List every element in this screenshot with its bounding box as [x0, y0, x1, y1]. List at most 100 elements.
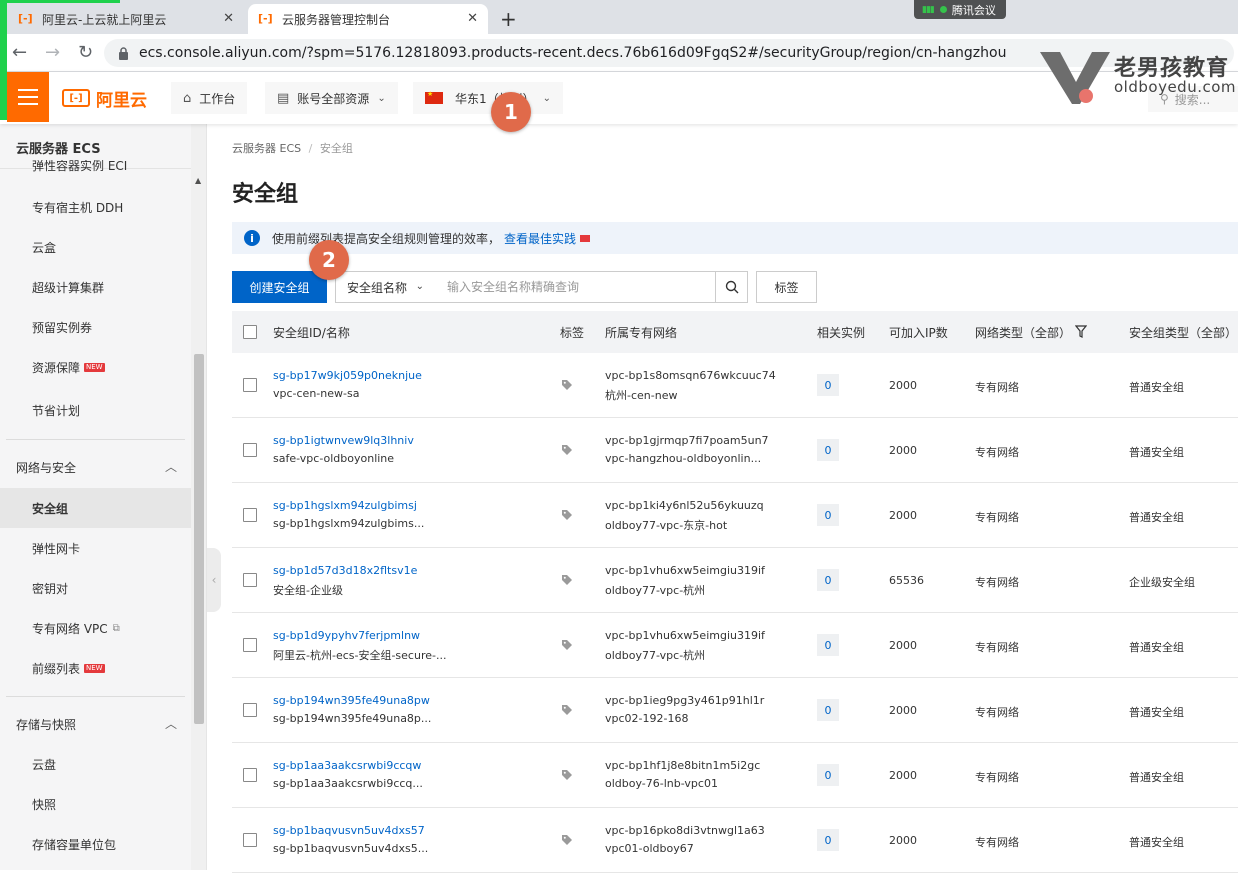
security-group-id-link[interactable]: sg-bp1d57d3d18x2fltsv1e — [273, 564, 417, 577]
browser-tab-aliyun-home[interactable]: [-] 阿里云-上云就上阿里云 ✕ — [8, 4, 244, 34]
close-icon[interactable]: ✕ — [223, 11, 234, 26]
row-checkbox[interactable] — [243, 833, 257, 847]
page-title: 安全组 — [232, 182, 299, 207]
sidebar-item-security-group[interactable]: 安全组 — [0, 488, 191, 528]
filter-field-select[interactable]: 安全组名称 ⌄ — [335, 271, 436, 303]
sidebar-item-savings-plan[interactable]: 节省计划 — [0, 390, 191, 430]
table-row[interactable]: sg-bp1d9ypyhv7ferjpmlnw 阿里云-杭州-ecs-安全组-se… — [232, 613, 1238, 678]
menu-hamburger-icon[interactable] — [7, 72, 49, 122]
divider — [6, 696, 185, 697]
instance-count-link[interactable]: 0 — [817, 504, 839, 526]
sidebar-item-ddh[interactable]: 专有宿主机 DDH — [0, 187, 191, 227]
tag-icon[interactable] — [561, 509, 573, 521]
vpc-name: vpc01-oldboy67 — [605, 842, 694, 855]
instance-count-link[interactable]: 0 — [817, 699, 839, 721]
instance-count-link[interactable]: 0 — [817, 374, 839, 396]
filter-funnel-icon[interactable] — [1075, 325, 1087, 339]
security-group-search-input[interactable] — [435, 271, 716, 303]
region-dropdown[interactable]: 华东1（杭州） ⌄ — [413, 82, 563, 114]
security-group-type: 企业级安全组 — [1129, 576, 1195, 589]
row-checkbox[interactable] — [243, 573, 257, 587]
sidebar-item-scc[interactable]: 超级计算集群 — [0, 267, 191, 307]
instance-count-link[interactable]: 0 — [817, 439, 839, 461]
vpc-name: oldboy77-vpc-东京-hot — [605, 519, 728, 532]
forward-arrow-icon[interactable]: → — [45, 42, 60, 63]
sidebar-item-cloudbox[interactable]: 云盒 — [0, 227, 191, 267]
col-sg-type[interactable]: 安全组类型（全部） — [1129, 324, 1237, 341]
browser-tab-ecs-console[interactable]: [-] 云服务器管理控制台 ✕ — [248, 4, 488, 34]
tag-icon[interactable] — [561, 769, 573, 781]
sidebar-group-storage[interactable]: 存储与快照 ︿ — [0, 704, 191, 744]
sidebar-item-eni[interactable]: 弹性网卡 — [0, 528, 191, 568]
sidebar-item-keypair[interactable]: 密钥对 — [0, 568, 191, 608]
security-group-id-link[interactable]: sg-bp1hgslxm94zulgbimsj — [273, 499, 417, 512]
breadcrumb: 云服务器 ECS / 安全组 — [232, 140, 353, 156]
row-checkbox[interactable] — [243, 638, 257, 652]
table-row[interactable]: sg-bp194wn395fe49una8pw sg-bp194wn395fe49… — [232, 678, 1238, 743]
sidebar-item-scu[interactable]: 存储容量单位包 — [0, 824, 191, 864]
search-button[interactable] — [715, 271, 748, 303]
meeting-indicator[interactable]: ▮▮▮ 腾讯会议 — [914, 0, 1006, 19]
sidebar-item-label: 前缀列表 — [32, 661, 81, 676]
new-tab-plus-icon[interactable]: + — [500, 7, 517, 31]
sidebar-item-vpc[interactable]: 专有网络 VPC ⧉ — [0, 608, 191, 648]
row-checkbox[interactable] — [243, 703, 257, 717]
tag-icon[interactable] — [561, 574, 573, 586]
tag-icon[interactable] — [561, 379, 573, 391]
back-arrow-icon[interactable]: ← — [12, 42, 27, 63]
reload-icon[interactable]: ↻ — [78, 42, 93, 63]
security-group-id-link[interactable]: sg-bp1baqvusvn5uv4dxs57 — [273, 824, 425, 837]
table-row[interactable]: sg-bp1aa3aakcsrwbi9ccqw sg-bp1aa3aakcsrwb… — [232, 743, 1238, 808]
tag-icon[interactable] — [561, 639, 573, 651]
row-checkbox[interactable] — [243, 443, 257, 457]
security-group-id-link[interactable]: sg-bp1aa3aakcsrwbi9ccqw — [273, 759, 421, 772]
sidebar-item-snapshot[interactable]: 快照 — [0, 784, 191, 824]
aliyun-favicon-icon: [-] — [18, 12, 33, 25]
sidebar-item-label: 快照 — [32, 797, 57, 812]
watermark-v-icon — [1040, 52, 1110, 104]
row-checkbox[interactable] — [243, 768, 257, 782]
table-row[interactable]: sg-bp1hgslxm94zulgbimsj sg-bp1hgslxm94zul… — [232, 483, 1238, 548]
table-row[interactable]: sg-bp1d57d3d18x2fltsv1e 安全组-企业级 vpc-bp1vhu… — [232, 548, 1238, 613]
account-resources-dropdown[interactable]: ▤ 账号全部资源 ⌄ — [265, 82, 398, 114]
sidebar-group-network-security[interactable]: 网络与安全 ︿ — [0, 447, 191, 487]
sidebar-item-label: 弹性网卡 — [32, 541, 81, 556]
select-all-checkbox[interactable] — [243, 325, 257, 339]
instance-count-link[interactable]: 0 — [817, 764, 839, 786]
security-group-id-link[interactable]: sg-bp1igtwnvew9lq3lhniv — [273, 434, 414, 447]
row-checkbox[interactable] — [243, 378, 257, 392]
instance-count-link[interactable]: 0 — [817, 829, 839, 851]
info-icon: i — [244, 230, 260, 246]
scroll-up-arrow-icon[interactable]: ▲ — [195, 176, 201, 185]
sidebar-collapse-handle[interactable]: ‹ — [207, 548, 221, 612]
sidebar-item-resource-assurance[interactable]: 资源保障 NEW — [0, 347, 191, 387]
sidebar-scrollbar-thumb[interactable] — [194, 354, 204, 724]
tag-filter-button[interactable]: 标签 — [756, 271, 817, 303]
table-row[interactable]: sg-bp17w9kj059p0neknjue vpc-cen-new-sa vpc… — [232, 353, 1238, 418]
tag-icon[interactable] — [561, 444, 573, 456]
security-group-id-link[interactable]: sg-bp194wn395fe49una8pw — [273, 694, 430, 707]
row-checkbox[interactable] — [243, 508, 257, 522]
close-icon[interactable]: ✕ — [467, 11, 478, 26]
chevron-down-icon: ⌄ — [377, 92, 386, 104]
tag-icon[interactable] — [561, 704, 573, 716]
workbench-button[interactable]: ⌂ 工作台 — [171, 82, 248, 114]
create-security-group-button[interactable]: 创建安全组 — [232, 271, 327, 303]
vpc-id: vpc-bp1ki4y6nl52u56ykuuzq — [605, 499, 764, 512]
instance-count-link[interactable]: 0 — [817, 569, 839, 591]
chevron-down-icon: ⌄ — [415, 281, 424, 292]
sidebar-item-clipped[interactable]: 弹性容器实例 ECI — [0, 160, 191, 174]
sidebar-item-prefix-list[interactable]: 前缀列表 NEW — [0, 648, 191, 688]
aliyun-logo[interactable]: [-] 阿里云 — [62, 87, 147, 111]
breadcrumb-root[interactable]: 云服务器 ECS — [232, 142, 301, 155]
col-net-type[interactable]: 网络类型（全部） — [975, 324, 1071, 341]
tag-icon[interactable] — [561, 834, 573, 846]
instance-count-link[interactable]: 0 — [817, 634, 839, 656]
best-practice-link[interactable]: 查看最佳实践 — [504, 230, 576, 247]
security-group-id-link[interactable]: sg-bp17w9kj059p0neknjue — [273, 369, 422, 382]
sidebar-item-reserved[interactable]: 预留实例券 — [0, 307, 191, 347]
sidebar-item-disk[interactable]: 云盘 — [0, 744, 191, 784]
table-row[interactable]: sg-bp1baqvusvn5uv4dxs57 sg-bp1baqvusvn5uv… — [232, 808, 1238, 873]
security-group-id-link[interactable]: sg-bp1d9ypyhv7ferjpmlnw — [273, 629, 420, 642]
table-row[interactable]: sg-bp1igtwnvew9lq3lhniv safe-vpc-oldboyon… — [232, 418, 1238, 483]
